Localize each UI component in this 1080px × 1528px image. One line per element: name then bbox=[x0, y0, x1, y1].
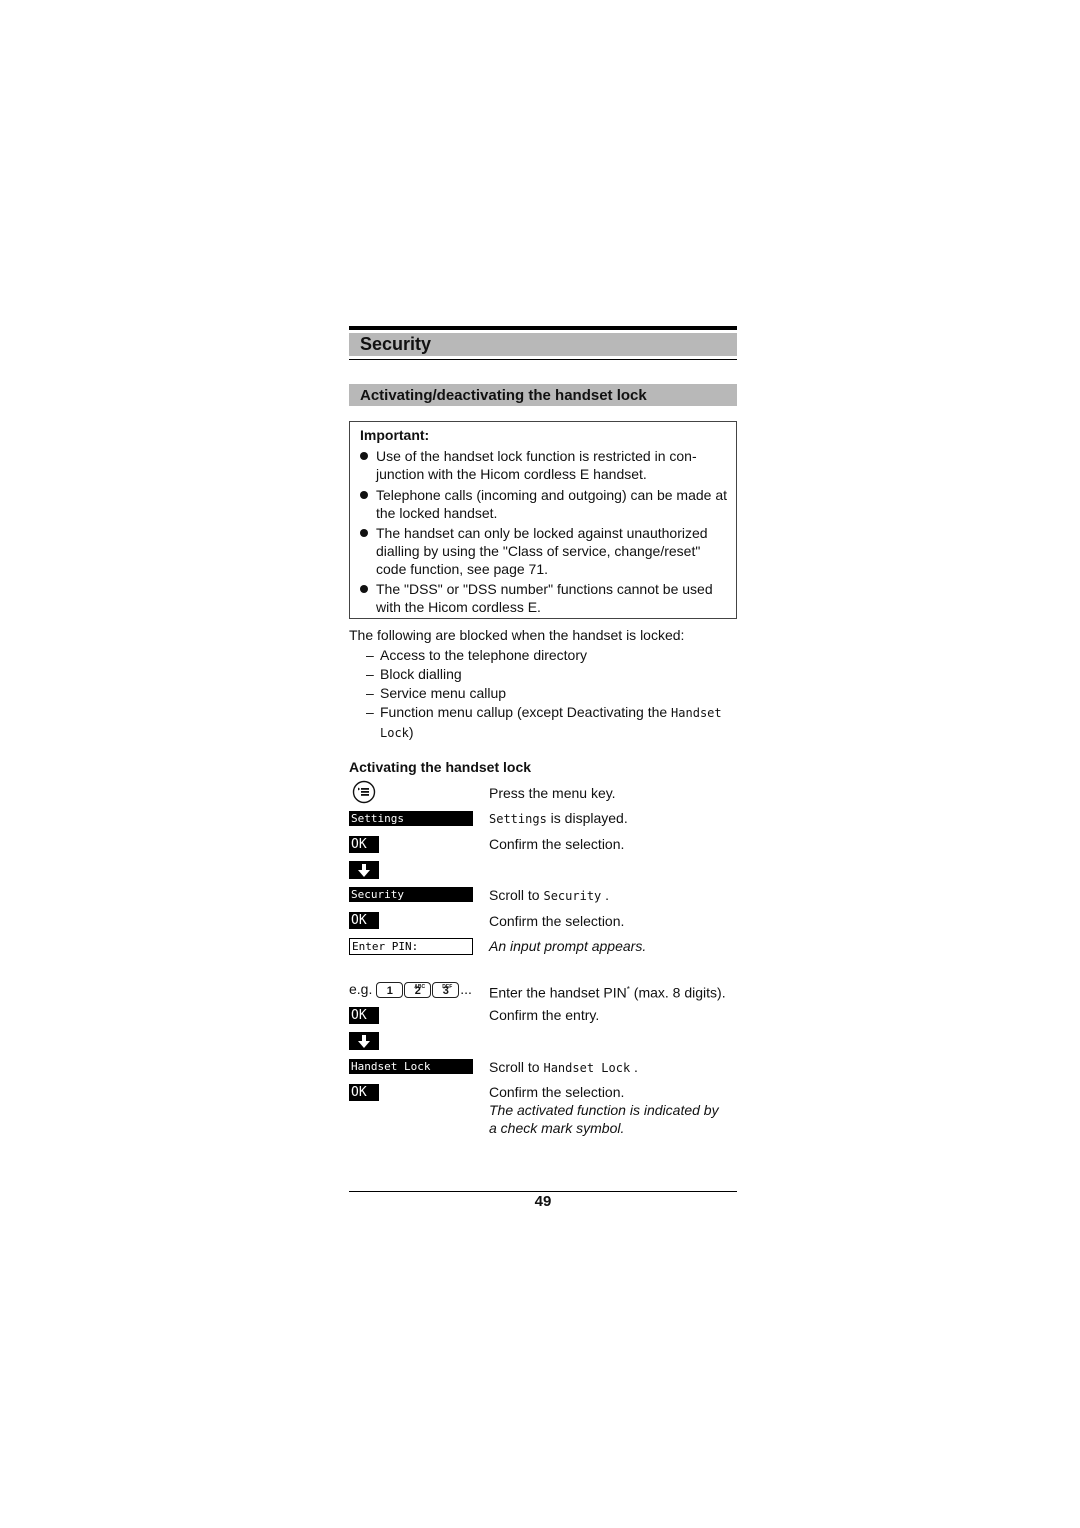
section-divider bbox=[349, 359, 737, 360]
step-scroll-security: Scroll to Security . bbox=[489, 887, 610, 903]
lcd-text: Settings bbox=[489, 812, 547, 826]
keypad-key-2[interactable]: ABC 2 bbox=[404, 982, 432, 999]
procedure-heading: Activating the handset lock bbox=[349, 759, 532, 775]
bullet-icon bbox=[360, 585, 368, 593]
step-settings-displayed: Settings is displayed. bbox=[489, 810, 628, 826]
arrow-down-icon bbox=[358, 1035, 370, 1048]
lcd-enter-pin: Enter PIN: bbox=[349, 938, 473, 955]
important-bullet: Telephone calls (incoming and outgoing) … bbox=[360, 486, 730, 522]
important-bullet: The handset can only be locked against u… bbox=[360, 524, 730, 578]
step-confirm-entry: Confirm the entry. bbox=[489, 1007, 600, 1023]
subsection-title-bar: Activating/deactivating the handset lock bbox=[349, 384, 737, 406]
arrow-down-icon bbox=[358, 864, 370, 877]
step-scroll-handset-lock: Scroll to Handset Lock . bbox=[489, 1059, 638, 1075]
keypad-key-3[interactable]: DEF 3 bbox=[432, 982, 460, 999]
step-enter-pin: Enter the handset PIN* (max. 8 digits). bbox=[489, 984, 726, 1001]
blocked-item: – Function menu callup (except Deactivat… bbox=[366, 704, 722, 740]
step-confirm-selection: Confirm the selection. bbox=[489, 836, 625, 852]
section-title: Security bbox=[360, 334, 432, 354]
step-confirm-selection: Confirm the selection. bbox=[489, 1084, 625, 1100]
keypad-key-1[interactable]: 1 bbox=[376, 982, 404, 999]
section-title-bar: Security bbox=[349, 333, 737, 356]
ok-key[interactable]: OK bbox=[349, 912, 379, 929]
step-press-menu: Press the menu key. bbox=[489, 785, 616, 801]
blocked-intro: The following are blocked when the hands… bbox=[349, 627, 685, 643]
pin-example: e.g. 1 ABC 2 DEF 3... bbox=[349, 981, 472, 999]
important-heading: Important: bbox=[360, 427, 430, 443]
bullet-icon bbox=[360, 491, 368, 499]
lcd-text: Handset Lock bbox=[543, 1061, 631, 1075]
blocked-item: – Access to the telephone directory bbox=[366, 647, 588, 663]
ok-key[interactable]: OK bbox=[349, 1007, 379, 1024]
important-bullet: Use of the handset lock function is rest… bbox=[360, 447, 730, 483]
blocked-item: – Service menu callup bbox=[366, 685, 507, 701]
bullet-icon bbox=[360, 529, 368, 537]
lcd-settings: Settings bbox=[349, 811, 473, 826]
bullet-icon bbox=[360, 452, 368, 460]
important-bullet: The "DSS" or "DSS number" functions cann… bbox=[360, 580, 730, 616]
page-number: 49 bbox=[534, 1193, 552, 1210]
scroll-down-key[interactable] bbox=[349, 1032, 379, 1050]
footer-divider bbox=[349, 1191, 737, 1192]
blocked-item: – Block dialling bbox=[366, 666, 462, 682]
lcd-security: Security bbox=[349, 887, 473, 902]
lcd-handset-lock: Handset Lock bbox=[349, 1059, 473, 1074]
step-result-line: The activated function is indicated by bbox=[489, 1102, 719, 1118]
ok-key[interactable]: OK bbox=[349, 1084, 379, 1101]
lcd-text: Security bbox=[543, 889, 602, 903]
step-result-line: a check mark symbol. bbox=[489, 1120, 625, 1136]
step-input-prompt: An input prompt appears. bbox=[489, 938, 647, 954]
important-box: Important: Use of the handset lock funct… bbox=[349, 421, 737, 619]
scroll-down-key[interactable] bbox=[349, 861, 379, 879]
section-top-rule bbox=[349, 326, 737, 330]
ok-key[interactable]: OK bbox=[349, 836, 379, 853]
subsection-title: Activating/deactivating the handset lock bbox=[360, 387, 647, 404]
menu-key-icon[interactable] bbox=[352, 780, 376, 804]
step-confirm-selection: Confirm the selection. bbox=[489, 913, 625, 929]
